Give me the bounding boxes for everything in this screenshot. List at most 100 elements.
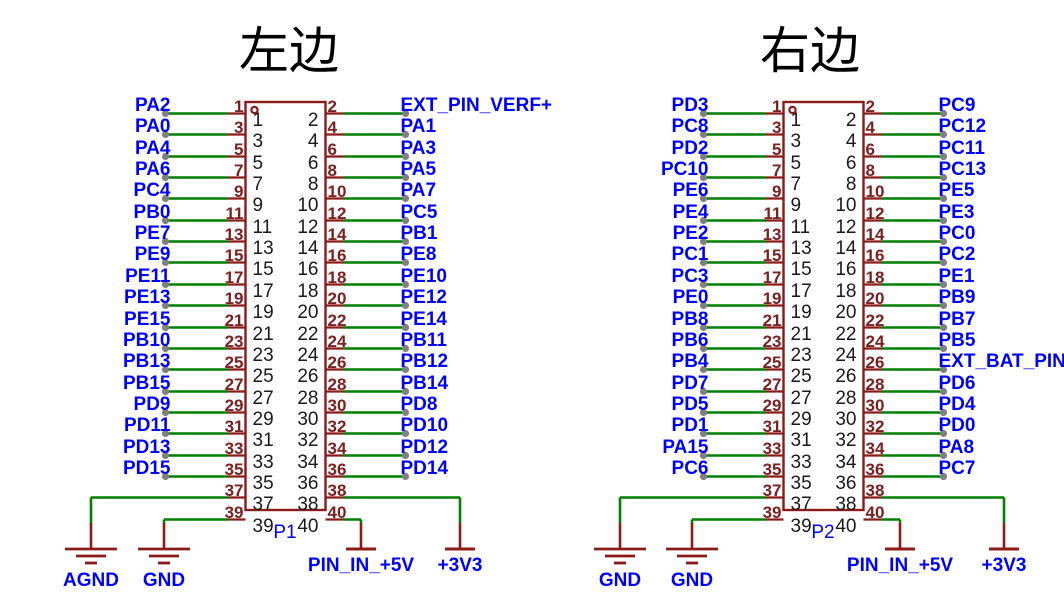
pin-number-inner-6: 6 bbox=[845, 152, 857, 174]
net-label-PB12: PB12 bbox=[400, 350, 449, 372]
pin-number-inner-9: 9 bbox=[790, 194, 802, 216]
pin-number-inner-5: 5 bbox=[790, 152, 802, 174]
pin-number-inner-21: 21 bbox=[790, 323, 812, 345]
pin-number-outer-28: 28 bbox=[865, 374, 885, 394]
net-label-PD4: PD4 bbox=[938, 393, 976, 415]
pin-number-inner-39: 39 bbox=[790, 515, 812, 537]
pin-number-inner-38: 38 bbox=[297, 493, 319, 515]
pin-number-outer-31: 31 bbox=[762, 416, 782, 436]
net-label-PC8: PC8 bbox=[671, 115, 709, 137]
pin-number-outer-38: 38 bbox=[327, 480, 347, 500]
pin-number-outer-22: 22 bbox=[327, 310, 347, 330]
pin-number-inner-16: 16 bbox=[835, 258, 857, 280]
pin-number-outer-27: 27 bbox=[762, 374, 782, 394]
net-label-PB1: PB1 bbox=[400, 222, 438, 244]
pin-number-inner-27: 27 bbox=[790, 387, 812, 409]
pin-number-outer-2: 2 bbox=[327, 96, 337, 116]
pin-number-outer-17: 17 bbox=[224, 267, 244, 287]
pin-number-inner-35: 35 bbox=[252, 472, 274, 494]
pin-number-outer-32: 32 bbox=[327, 416, 347, 436]
pin-number-outer-28: 28 bbox=[327, 374, 347, 394]
pin-number-outer-26: 26 bbox=[865, 352, 885, 372]
net-label-PE13: PE13 bbox=[124, 286, 171, 308]
pin-number-inner-14: 14 bbox=[297, 237, 319, 259]
net-label-PA4: PA4 bbox=[134, 137, 171, 159]
net-label-PC0: PC0 bbox=[938, 222, 976, 244]
pin-number-outer-23: 23 bbox=[762, 331, 782, 351]
net-label-PE5: PE5 bbox=[938, 179, 975, 201]
pin-number-inner-22: 22 bbox=[835, 323, 857, 345]
pin-number-outer-13: 13 bbox=[224, 224, 244, 244]
net-label-PD6: PD6 bbox=[938, 372, 976, 394]
left_connector-gnd-a-label: AGND bbox=[63, 570, 119, 591]
pin-number-outer-29: 29 bbox=[224, 395, 244, 415]
net-label-PD5: PD5 bbox=[671, 393, 709, 415]
net-label-PB14: PB14 bbox=[400, 372, 449, 394]
pin-number-outer-4: 4 bbox=[865, 117, 875, 137]
right_connector-gnd-b-label: GND bbox=[670, 570, 714, 591]
net-label-PA7: PA7 bbox=[400, 179, 437, 201]
net-label-PC6: PC6 bbox=[671, 457, 709, 479]
pin-number-outer-17: 17 bbox=[762, 267, 782, 287]
pin-number-inner-35: 35 bbox=[790, 472, 812, 494]
pin-number-inner-18: 18 bbox=[835, 280, 857, 302]
net-label-PE1: PE1 bbox=[938, 265, 975, 287]
net-label-PE14: PE14 bbox=[400, 308, 447, 330]
pin-number-inner-37: 37 bbox=[790, 493, 812, 515]
pin-number-inner-40: 40 bbox=[835, 515, 857, 537]
net-label-PB11: PB11 bbox=[400, 329, 447, 351]
pin-number-outer-21: 21 bbox=[762, 310, 782, 330]
net-label-PC13: PC13 bbox=[938, 158, 987, 180]
net-label-PC10: PC10 bbox=[660, 158, 709, 180]
pin-number-inner-39: 39 bbox=[252, 515, 274, 537]
net-label-PB13: PB13 bbox=[122, 350, 171, 372]
pin-number-inner-18: 18 bbox=[297, 280, 319, 302]
net-label-PC1: PC1 bbox=[671, 243, 709, 265]
pin-number-outer-10: 10 bbox=[327, 181, 347, 201]
pin-number-inner-30: 30 bbox=[835, 408, 857, 430]
net-label-PE10: PE10 bbox=[400, 265, 447, 287]
net-label-PB6: PB6 bbox=[671, 329, 709, 351]
pin-number-outer-21: 21 bbox=[224, 310, 244, 330]
pin-number-inner-8: 8 bbox=[307, 173, 319, 195]
net-label-PB8: PB8 bbox=[671, 308, 709, 330]
pin-number-outer-14: 14 bbox=[327, 224, 347, 244]
net-label-PC5: PC5 bbox=[400, 201, 438, 223]
pin-number-outer-1: 1 bbox=[234, 96, 244, 116]
net-label-PE7: PE7 bbox=[134, 222, 171, 244]
pin-number-outer-38: 38 bbox=[865, 480, 885, 500]
pin-number-inner-6: 6 bbox=[307, 152, 319, 174]
pin-number-outer-35: 35 bbox=[224, 459, 244, 479]
pin-number-inner-15: 15 bbox=[790, 258, 812, 280]
pin-number-outer-36: 36 bbox=[865, 459, 885, 479]
pin-number-inner-36: 36 bbox=[835, 472, 857, 494]
net-label-PA1: PA1 bbox=[400, 115, 437, 137]
net-label-PA5: PA5 bbox=[400, 158, 437, 180]
pin-number-inner-16: 16 bbox=[297, 258, 319, 280]
pin-number-inner-24: 24 bbox=[297, 344, 319, 366]
pin-number-outer-20: 20 bbox=[865, 288, 885, 308]
pin-number-outer-10: 10 bbox=[865, 181, 885, 201]
pin-number-outer-16: 16 bbox=[327, 245, 347, 265]
pin-number-outer-34: 34 bbox=[865, 438, 885, 458]
pin-number-outer-37: 37 bbox=[762, 480, 782, 500]
pin-number-inner-19: 19 bbox=[790, 301, 812, 323]
pin-number-inner-29: 29 bbox=[790, 408, 812, 430]
pin-number-inner-1: 1 bbox=[790, 109, 802, 131]
pin-number-outer-12: 12 bbox=[327, 203, 347, 223]
refdes-p1: P1 bbox=[273, 522, 297, 543]
pin-number-inner-19: 19 bbox=[252, 301, 274, 323]
pin-number-inner-23: 23 bbox=[252, 344, 274, 366]
pin-number-inner-34: 34 bbox=[297, 451, 319, 473]
pin-number-inner-20: 20 bbox=[297, 301, 319, 323]
net-label-PE12: PE12 bbox=[400, 286, 447, 308]
net-label-PB10: PB10 bbox=[122, 329, 171, 351]
net-label-PD8: PD8 bbox=[400, 393, 438, 415]
net-label-PA15: PA15 bbox=[662, 436, 709, 458]
pin-number-inner-13: 13 bbox=[790, 237, 812, 259]
pin-number-outer-30: 30 bbox=[327, 395, 347, 415]
net-label-PA3: PA3 bbox=[400, 137, 437, 159]
net-label-PD0: PD0 bbox=[938, 414, 976, 436]
pin-number-inner-38: 38 bbox=[835, 493, 857, 515]
pin-number-outer-27: 27 bbox=[224, 374, 244, 394]
